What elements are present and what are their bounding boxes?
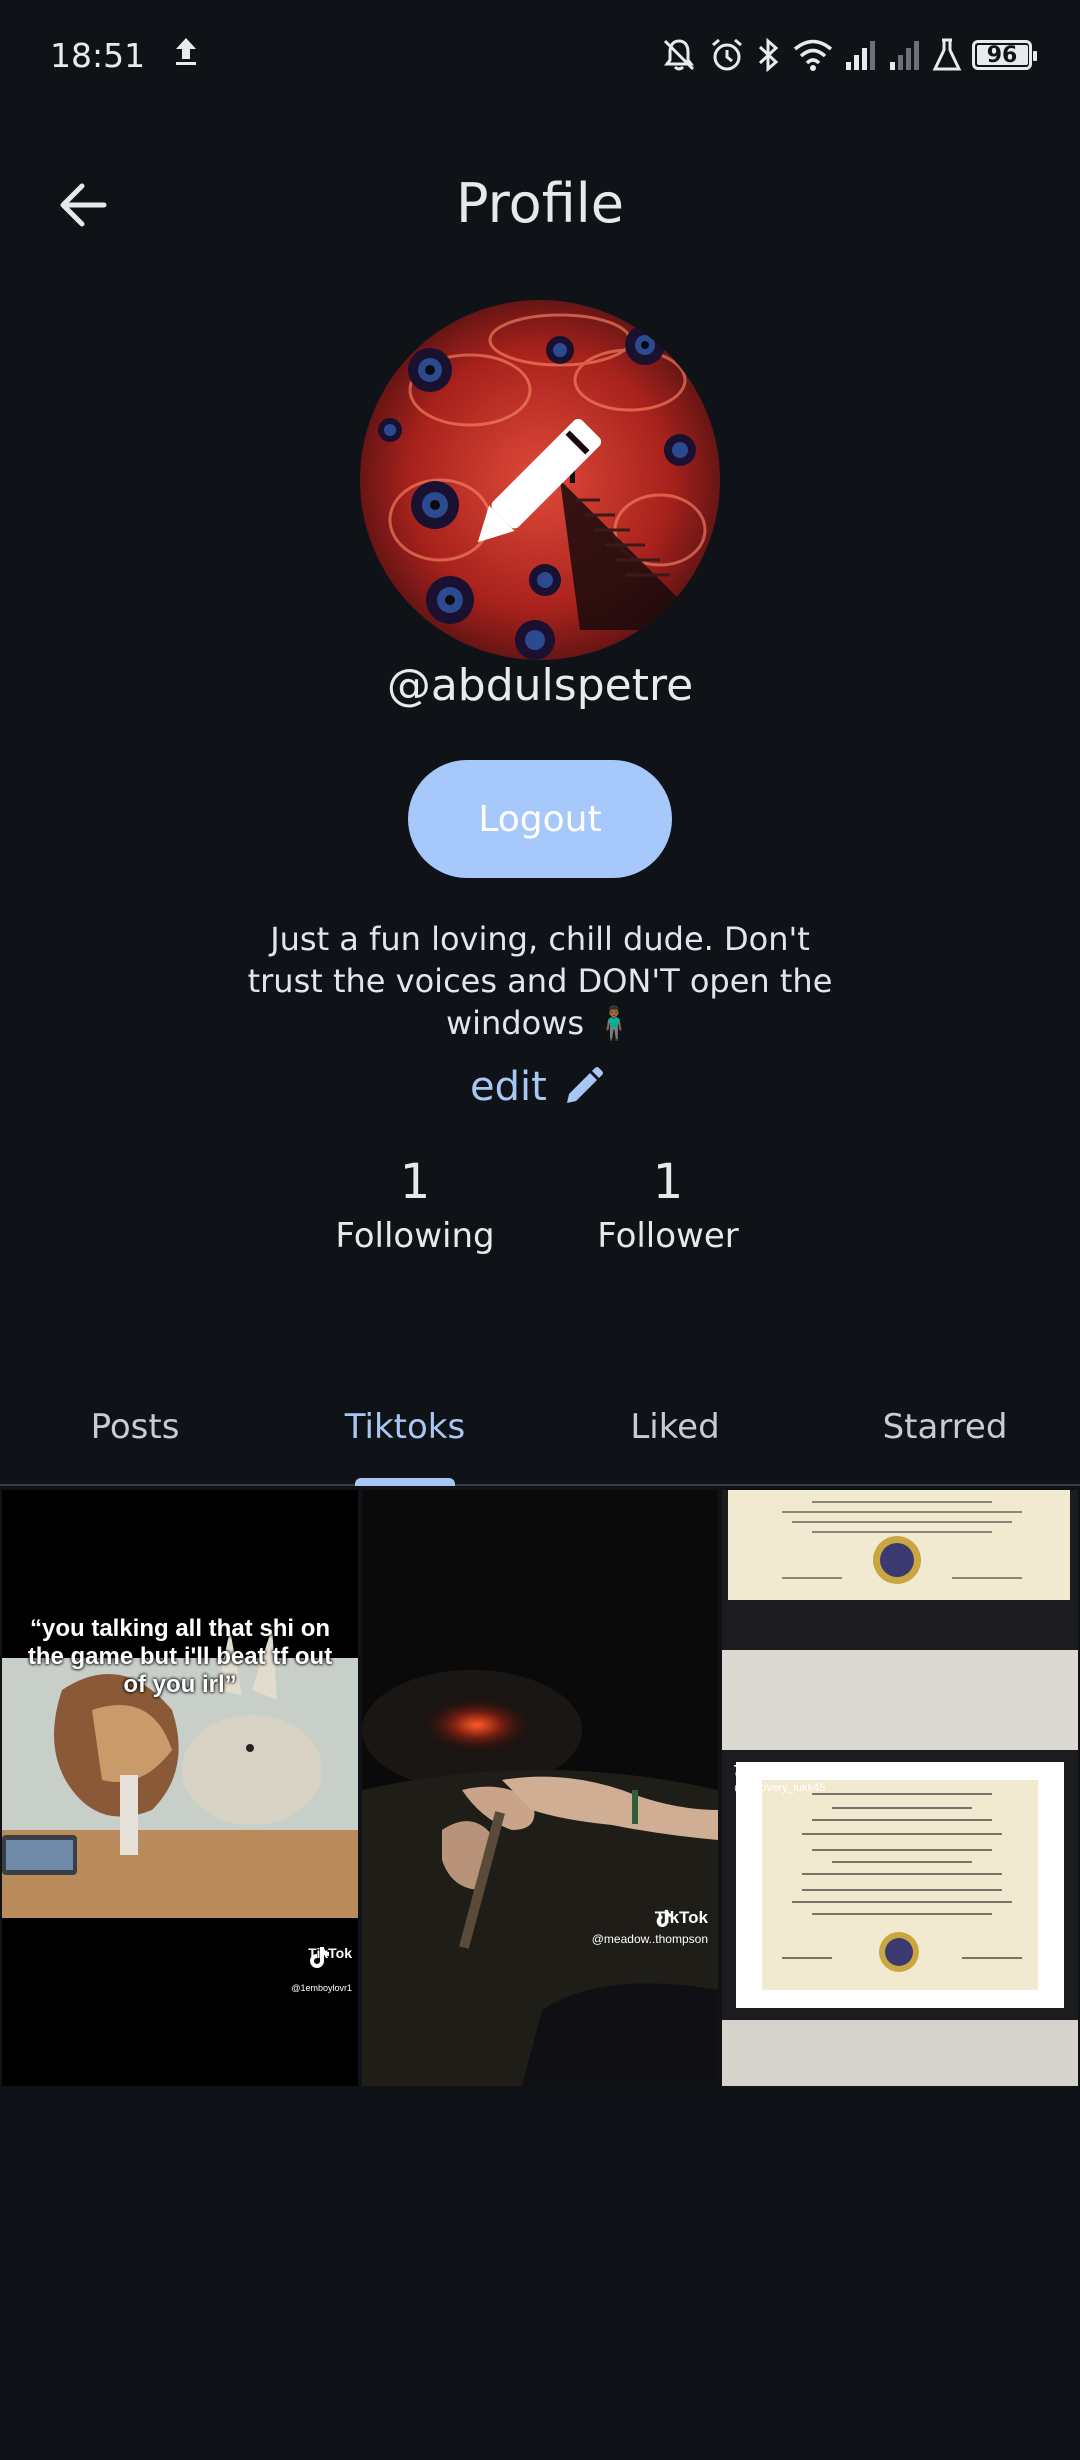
profile-tabs: Posts Tiktoks Liked Starred xyxy=(0,1370,1080,1486)
tab-label: Posts xyxy=(90,1407,180,1447)
edit-label: edit xyxy=(470,1064,547,1110)
thumbnail-image xyxy=(362,1490,718,2086)
upload-icon xyxy=(173,35,199,75)
tiktok-caption: “you talking all that shi on the game bu… xyxy=(27,1615,333,1698)
tiktok-thumbnail[interactable]: TikTok @meadow..thompson xyxy=(362,1490,718,2086)
avatar[interactable] xyxy=(360,300,720,660)
following-label: Following xyxy=(335,1216,495,1256)
status-bar: 18:51 96 xyxy=(0,0,1080,110)
tab-label: Liked xyxy=(630,1407,720,1447)
bio-text: Just a fun loving, chill dude. Don't tru… xyxy=(247,920,833,1042)
tab-starred[interactable]: Starred xyxy=(810,1370,1080,1484)
wifi-icon xyxy=(792,36,834,74)
tab-tiktoks[interactable]: Tiktoks xyxy=(270,1370,540,1486)
status-time: 18:51 xyxy=(50,35,146,75)
battery-level: 96 xyxy=(986,42,1018,68)
tiktok-icon xyxy=(310,1947,330,1968)
signal-icon xyxy=(844,38,878,72)
alarm-icon xyxy=(708,36,746,74)
tiktok-icon xyxy=(656,1909,672,1927)
followers-label: Follower xyxy=(597,1216,739,1256)
pencil-icon xyxy=(566,1067,603,1103)
tiktok-handle: @1emboylovr1 xyxy=(291,1983,352,1993)
following-stat[interactable]: 1 Following xyxy=(315,1152,515,1256)
username: @abdulspetre xyxy=(386,660,694,711)
tiktok-thumbnail[interactable]: “you talking all that shi on the game bu… xyxy=(2,1490,358,2086)
bluetooth-icon xyxy=(756,36,782,74)
tab-indicator xyxy=(355,1478,455,1486)
thumbnail-image xyxy=(2,1490,358,2086)
tab-posts[interactable]: Posts xyxy=(0,1370,270,1484)
tiktok-icon xyxy=(735,1763,750,1779)
tab-liked[interactable]: Liked xyxy=(540,1370,810,1484)
lab-icon xyxy=(932,37,962,73)
edit-bio-button[interactable]: edit xyxy=(470,1064,605,1110)
status-right: 96 xyxy=(660,36,1037,74)
followers-count: 1 xyxy=(652,1154,684,1210)
avatar-image xyxy=(360,300,720,660)
tiktok-logo: TikTok xyxy=(734,1762,781,1779)
tab-label: Starred xyxy=(882,1407,1008,1447)
tiktok-handle: @meadow..thompson xyxy=(591,1932,708,1946)
tiktok-logo: TikTok xyxy=(655,1908,708,1928)
tiktok-thumbnail[interactable]: TikTok @recovery_lukk45 xyxy=(722,1490,1078,2086)
tiktok-logo: TikTok xyxy=(308,1945,352,1968)
signal-icon xyxy=(888,38,922,72)
battery-icon: 96 xyxy=(972,40,1037,70)
tiktok-grid: “you talking all that shi on the game bu… xyxy=(2,1490,1078,2086)
status-left: 18:51 xyxy=(50,35,199,75)
tab-label: Tiktoks xyxy=(344,1407,466,1447)
tiktok-handle: @recovery_lukk45 xyxy=(734,1782,826,1794)
following-count: 1 xyxy=(399,1154,431,1210)
followers-stat[interactable]: 1 Follower xyxy=(568,1152,768,1256)
app-bar: Profile xyxy=(0,150,1080,260)
bell-off-icon xyxy=(660,36,698,74)
page-title: Profile xyxy=(456,172,624,235)
logout-button[interactable]: Logout xyxy=(408,760,672,878)
